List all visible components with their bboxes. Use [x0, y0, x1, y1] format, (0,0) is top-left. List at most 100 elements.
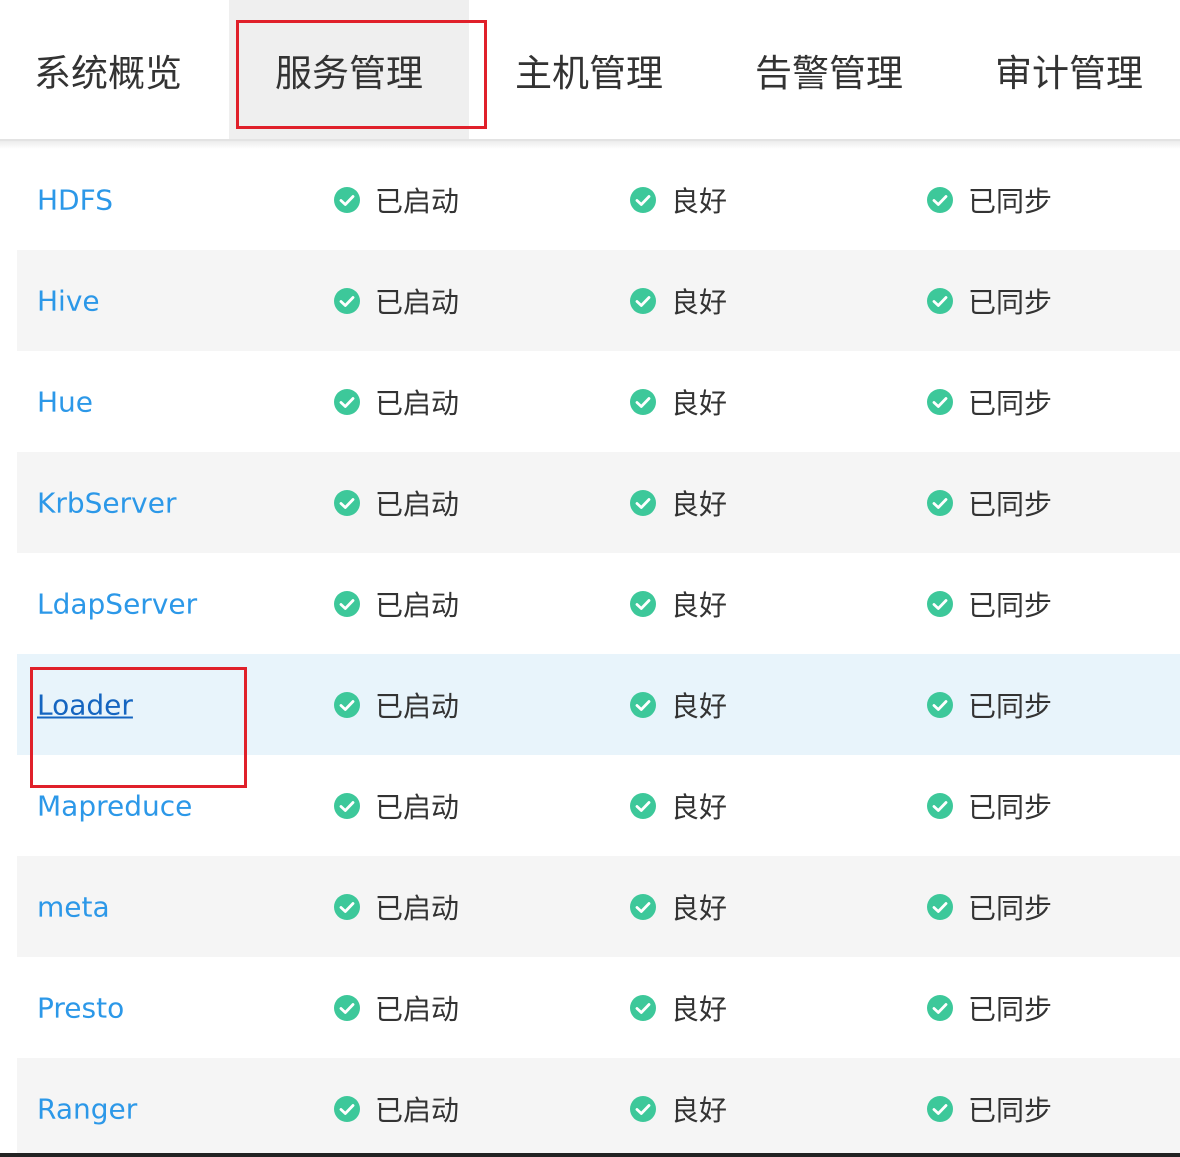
- config-status-label: 已同步: [968, 285, 1053, 319]
- tab-host-management[interactable]: 主机管理: [469, 0, 709, 139]
- tab-audit-management[interactable]: 审计管理: [949, 0, 1180, 139]
- table-row: LdapServer 已启动 良好 已同步: [17, 553, 1180, 654]
- config-status-label: 已同步: [968, 184, 1053, 218]
- health-status: 良好: [629, 180, 727, 220]
- running-status: 已启动: [333, 180, 459, 220]
- check-circle-icon: [926, 691, 954, 719]
- health-status: 良好: [629, 382, 727, 422]
- health-status-label: 良好: [671, 588, 728, 622]
- check-circle-icon: [926, 792, 954, 820]
- service-name-link[interactable]: KrbServer: [37, 486, 176, 519]
- nav-divider: [0, 141, 1180, 149]
- tab-system-overview[interactable]: 系统概览: [0, 0, 228, 139]
- config-status: 已同步: [926, 281, 1052, 321]
- check-circle-icon: [629, 691, 657, 719]
- running-status-label: 已启动: [375, 386, 460, 420]
- table-row: Loader 已启动 良好 已同步: [17, 654, 1180, 755]
- running-status: 已启动: [333, 685, 459, 725]
- check-circle-icon: [629, 186, 657, 214]
- config-status: 已同步: [926, 685, 1052, 725]
- config-status: 已同步: [926, 887, 1052, 927]
- running-status-label: 已启动: [375, 992, 460, 1026]
- config-status-label: 已同步: [968, 891, 1053, 925]
- check-circle-icon: [333, 691, 361, 719]
- table-row: Ranger 已启动 良好 已同步: [17, 1058, 1180, 1157]
- check-circle-icon: [629, 388, 657, 416]
- check-circle-icon: [333, 1095, 361, 1123]
- check-circle-icon: [333, 388, 361, 416]
- check-circle-icon: [926, 489, 954, 517]
- service-name-link[interactable]: Loader: [37, 688, 133, 721]
- health-status: 良好: [629, 685, 727, 725]
- health-status-label: 良好: [671, 1093, 728, 1127]
- check-circle-icon: [629, 994, 657, 1022]
- check-circle-icon: [333, 792, 361, 820]
- health-status-label: 良好: [671, 386, 728, 420]
- check-circle-icon: [629, 792, 657, 820]
- config-status: 已同步: [926, 786, 1052, 826]
- config-status: 已同步: [926, 180, 1052, 220]
- health-status-label: 良好: [671, 285, 728, 319]
- check-circle-icon: [629, 489, 657, 517]
- running-status-label: 已启动: [375, 891, 460, 925]
- table-row: HDFS 已启动 良好 已同步: [17, 149, 1180, 250]
- table-row: Presto 已启动 良好 已同步: [17, 957, 1180, 1058]
- health-status: 良好: [629, 483, 727, 523]
- health-status-label: 良好: [671, 790, 728, 824]
- check-circle-icon: [926, 893, 954, 921]
- health-status-label: 良好: [671, 689, 728, 723]
- table-row: KrbServer 已启动 良好 已同步: [17, 452, 1180, 553]
- service-name-link[interactable]: meta: [37, 890, 110, 923]
- health-status: 良好: [629, 584, 727, 624]
- check-circle-icon: [333, 489, 361, 517]
- check-circle-icon: [333, 287, 361, 315]
- config-status-label: 已同步: [968, 588, 1053, 622]
- check-circle-icon: [926, 994, 954, 1022]
- running-status-label: 已启动: [375, 1093, 460, 1127]
- health-status: 良好: [629, 988, 727, 1028]
- config-status-label: 已同步: [968, 689, 1053, 723]
- health-status: 良好: [629, 281, 727, 321]
- config-status-label: 已同步: [968, 487, 1053, 521]
- check-circle-icon: [333, 893, 361, 921]
- table-row: Hue 已启动 良好 已同步: [17, 351, 1180, 452]
- check-circle-icon: [926, 186, 954, 214]
- config-status: 已同步: [926, 483, 1052, 523]
- running-status: 已启动: [333, 887, 459, 927]
- running-status-label: 已启动: [375, 790, 460, 824]
- config-status-label: 已同步: [968, 992, 1053, 1026]
- config-status: 已同步: [926, 382, 1052, 422]
- health-status-label: 良好: [671, 992, 728, 1026]
- check-circle-icon: [629, 893, 657, 921]
- running-status-label: 已启动: [375, 184, 460, 218]
- check-circle-icon: [333, 186, 361, 214]
- table-row: Mapreduce 已启动 良好 已同步: [17, 755, 1180, 856]
- service-name-link[interactable]: LdapServer: [37, 587, 197, 620]
- service-name-link[interactable]: Presto: [37, 991, 124, 1024]
- check-circle-icon: [926, 1095, 954, 1123]
- service-name-link[interactable]: Ranger: [37, 1092, 137, 1125]
- bottom-border: [0, 1153, 1180, 1157]
- running-status: 已启动: [333, 483, 459, 523]
- running-status: 已启动: [333, 281, 459, 321]
- running-status-label: 已启动: [375, 285, 460, 319]
- health-status: 良好: [629, 1089, 727, 1129]
- service-name-link[interactable]: Mapreduce: [37, 789, 192, 822]
- service-name-link[interactable]: Hue: [37, 385, 93, 418]
- service-table: HDFS 已启动 良好 已同步 Hive 已启动 良好 已同步 Hue 已启动 良好 已同步 KrbSe…: [17, 149, 1180, 1157]
- tab-service-management[interactable]: 服务管理: [229, 0, 469, 139]
- running-status: 已启动: [333, 382, 459, 422]
- running-status: 已启动: [333, 584, 459, 624]
- running-status: 已启动: [333, 988, 459, 1028]
- table-row: meta 已启动 良好 已同步: [17, 856, 1180, 957]
- service-management-page: 系统概览 服务管理 主机管理 告警管理 审计管理 HDFS 已启动 良好 已同步 Hiv…: [0, 0, 1180, 1157]
- service-name-link[interactable]: Hive: [37, 284, 100, 317]
- config-status: 已同步: [926, 988, 1052, 1028]
- check-circle-icon: [333, 994, 361, 1022]
- check-circle-icon: [926, 287, 954, 315]
- health-status-label: 良好: [671, 184, 728, 218]
- running-status-label: 已启动: [375, 689, 460, 723]
- service-name-link[interactable]: HDFS: [37, 183, 113, 216]
- config-status-label: 已同步: [968, 386, 1053, 420]
- tab-alarm-management[interactable]: 告警管理: [709, 0, 949, 139]
